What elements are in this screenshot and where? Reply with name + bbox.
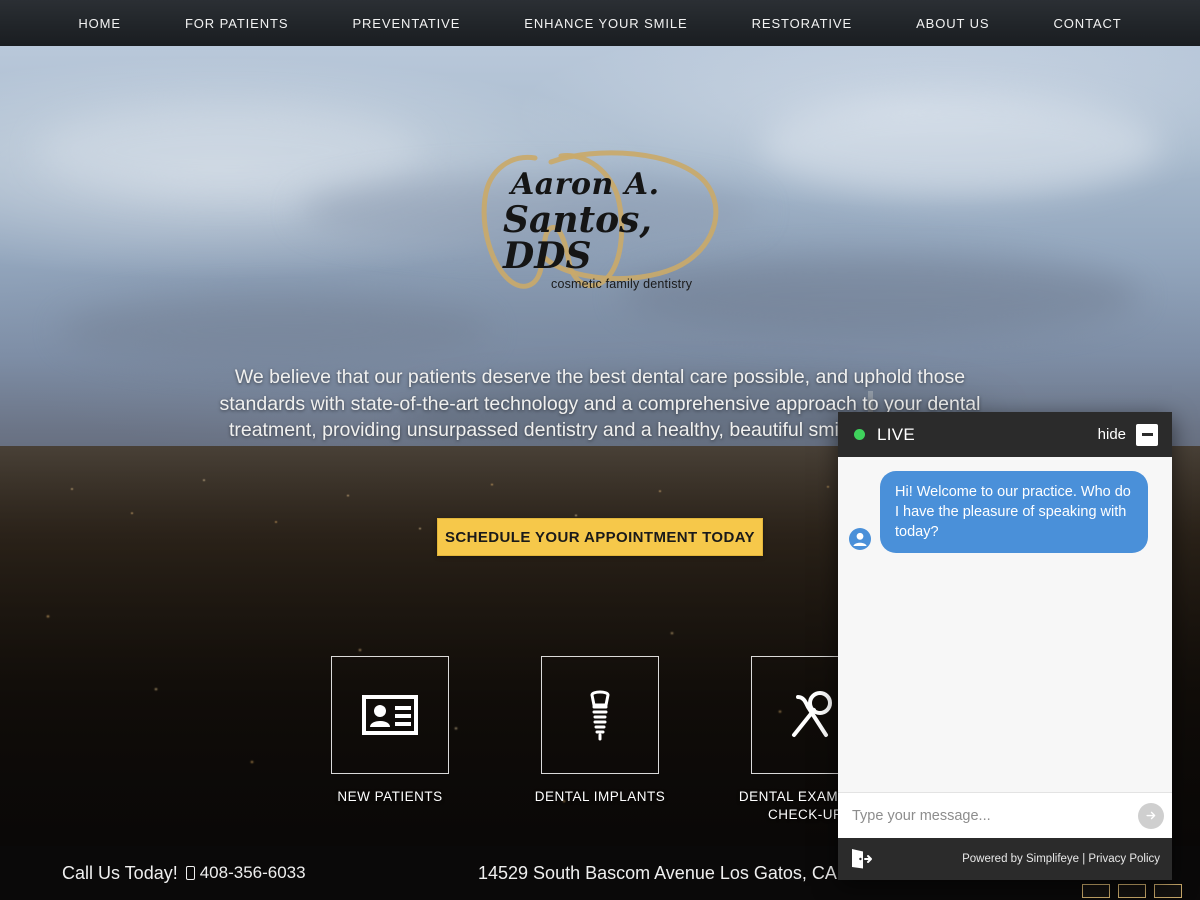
chat-message-list: Hi! Welcome to our practice. Who do I ha… [838,457,1172,792]
chat-status-label: LIVE [877,424,916,444]
logo-line-2: Santos, DDS [503,199,652,277]
chat-send-button[interactable] [1138,802,1164,829]
logo-line-1: Aaron A. [511,167,660,202]
chat-header-actions: hide [1098,423,1158,446]
nav-item-enhance-your-smile[interactable]: ENHANCE YOUR SMILE [492,16,719,31]
service-icon-box [331,656,449,774]
chat-minimize-button[interactable] [1136,423,1158,446]
live-chat-widget: LIVE hide Hi! Welcome to our practice. W… [838,412,1172,880]
call-us-block: Call Us Today! 408-356-6033 [62,863,306,884]
phone-number: 408-356-6033 [199,863,306,882]
chat-footer: Powered by Simplifeye | Privacy Policy [838,838,1172,880]
logo-wordmark: Aaron A. Santos, DDS cosmetic family den… [503,170,703,291]
social-links [1082,884,1182,898]
service-label: DENTAL IMPLANTS [534,789,666,804]
chat-powered-by[interactable]: Powered by Simplifeye | Privacy Policy [962,853,1160,865]
chat-header: LIVE hide [838,412,1172,457]
social-link-2[interactable] [1118,884,1146,898]
chat-message: Hi! Welcome to our practice. Who do I ha… [848,471,1162,553]
nav-item-contact[interactable]: CONTACT [1021,16,1153,31]
service-card-new-patients[interactable]: NEW PATIENTS [330,656,450,846]
social-link-1[interactable] [1082,884,1110,898]
practice-address: 14529 South Bascom Avenue Los Gatos, CA … [478,862,861,883]
chat-hide-button[interactable]: hide [1098,426,1126,443]
nav-item-about-us[interactable]: ABOUT US [884,16,1021,31]
call-us-label: Call Us Today! [62,862,178,883]
exit-door-icon[interactable] [848,846,874,872]
send-arrow-icon [1145,811,1155,820]
service-card-dental-implants[interactable]: DENTAL IMPLANTS [535,656,665,846]
nav-item-home[interactable]: HOME [46,16,153,31]
live-status-dot-icon [854,429,865,440]
service-label: NEW PATIENTS [337,789,443,804]
cloud-decoration [760,96,1160,196]
id-card-icon [362,695,418,735]
schedule-appointment-button[interactable]: SCHEDULE YOUR APPOINTMENT TODAY [437,518,763,556]
phone-link[interactable]: 408-356-6033 [185,863,306,883]
cloud-decoration [60,296,490,366]
dental-implant-icon [590,690,610,741]
chat-message-input[interactable] [852,807,1138,824]
person-avatar-icon [849,528,871,550]
chat-input-row [838,792,1172,838]
chat-bubble-agent: Hi! Welcome to our practice. Who do I ha… [880,471,1148,553]
main-navigation: HOME FOR PATIENTS PREVENTATIVE ENHANCE Y… [0,0,1200,46]
nav-item-restorative[interactable]: RESTORATIVE [720,16,884,31]
social-link-3[interactable] [1154,884,1182,898]
dental-mirror-probe-icon [792,691,832,737]
nav-item-preventative[interactable]: PREVENTATIVE [320,16,492,31]
nav-item-for-patients[interactable]: FOR PATIENTS [153,16,321,31]
nav-list: HOME FOR PATIENTS PREVENTATIVE ENHANCE Y… [46,16,1153,31]
mobile-phone-icon [185,866,195,880]
practice-logo[interactable]: Aaron A. Santos, DDS cosmetic family den… [465,128,735,308]
service-icon-box [541,656,659,774]
minimize-icon [1141,433,1153,436]
cloud-decoration [40,106,420,196]
logo-tagline: cosmetic family dentistry [551,277,693,291]
